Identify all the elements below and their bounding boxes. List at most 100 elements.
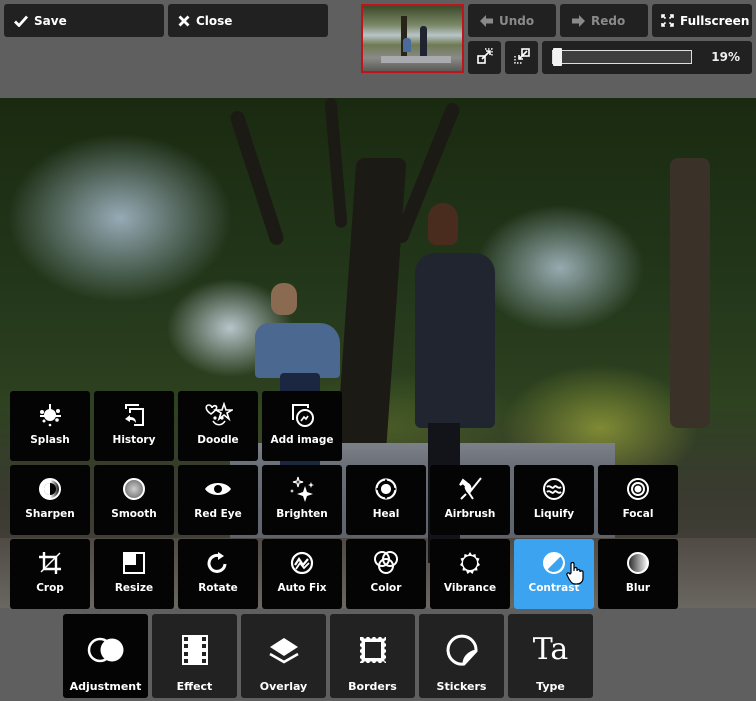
close-button[interactable]: Close — [168, 4, 328, 37]
zoom-out-button[interactable] — [505, 41, 538, 74]
tool-label: Crop — [36, 582, 64, 594]
tool-resize[interactable]: Resize — [94, 539, 174, 609]
tool-label: Splash — [30, 434, 70, 446]
tree-branch — [228, 109, 286, 247]
heal-icon — [374, 476, 398, 502]
tool-label: Liquify — [533, 508, 575, 520]
airbrush-icon — [457, 476, 483, 502]
sticker-icon — [446, 634, 478, 666]
category-label: Stickers — [436, 680, 487, 693]
tool-doodle[interactable]: Doodle — [178, 391, 258, 461]
tree-trunk-right — [670, 158, 710, 428]
arrow-right-icon — [572, 14, 585, 27]
zoom-percent: 19% — [711, 50, 740, 64]
fullscreen-button[interactable]: Fullscreen — [652, 4, 752, 37]
type-icon: Ta — [532, 632, 569, 667]
tool-label: Vibrance — [443, 582, 497, 594]
redo-label: Redo — [591, 13, 626, 28]
resize-icon — [123, 550, 145, 576]
category-label: Adjustment — [69, 680, 142, 693]
close-label: Close — [196, 13, 233, 28]
thumbnail-person — [403, 38, 411, 52]
crop-icon — [38, 550, 62, 576]
auto-fix-icon — [290, 550, 314, 576]
image-thumbnail[interactable] — [361, 4, 464, 73]
thumbnail-wall — [381, 56, 451, 63]
zoom-out-icon — [513, 48, 530, 67]
tool-add-image[interactable]: Add image — [262, 391, 342, 461]
tool-airbrush[interactable]: Airbrush — [430, 465, 510, 535]
tool-label: Auto Fix — [277, 582, 327, 594]
close-icon — [178, 15, 190, 27]
tool-label: Red Eye — [194, 508, 242, 520]
category-type[interactable]: Ta Type — [508, 614, 593, 698]
tool-color[interactable]: Color — [346, 539, 426, 609]
tool-auto-fix[interactable]: Auto Fix — [262, 539, 342, 609]
doodle-icon — [203, 402, 233, 428]
stamp-border-icon — [357, 634, 388, 666]
tool-blur[interactable]: Blur — [598, 539, 678, 609]
tool-focal[interactable]: Focal — [598, 465, 678, 535]
tool-contrast[interactable]: Contrast — [514, 539, 594, 609]
sparkle-icon — [289, 476, 315, 502]
tool-label: Blur — [625, 582, 651, 594]
tool-vibrance[interactable]: Vibrance — [430, 539, 510, 609]
category-label: Overlay — [259, 680, 308, 693]
redo-button[interactable]: Redo — [560, 4, 648, 37]
checkmark-icon — [14, 15, 28, 27]
tool-brighten[interactable]: Brighten — [262, 465, 342, 535]
zoom-slider-handle[interactable] — [553, 48, 562, 66]
splash-icon — [37, 402, 63, 428]
tool-label: Rotate — [198, 582, 238, 594]
sharpen-icon — [38, 476, 62, 502]
tool-label: Color — [370, 582, 402, 594]
zoom-in-button[interactable] — [468, 41, 501, 74]
category-borders[interactable]: Borders — [330, 614, 415, 698]
tool-label: Heal — [372, 508, 400, 520]
undo-button[interactable]: Undo — [468, 4, 556, 37]
tool-label: Brighten — [276, 508, 328, 520]
smooth-icon — [122, 476, 146, 502]
save-label: Save — [34, 13, 67, 28]
tool-label: History — [112, 434, 156, 446]
rotate-icon — [206, 550, 230, 576]
history-icon — [122, 402, 146, 428]
category-label: Borders — [348, 680, 397, 693]
tool-red-eye[interactable]: Red Eye — [178, 465, 258, 535]
category-overlay[interactable]: Overlay — [241, 614, 326, 698]
layers-icon — [267, 634, 301, 666]
zoom-slider[interactable] — [552, 48, 692, 66]
category-adjustment[interactable]: Adjustment — [63, 614, 148, 698]
arrow-left-icon — [480, 14, 493, 27]
tool-rotate[interactable]: Rotate — [178, 539, 258, 609]
tool-sharpen[interactable]: Sharpen — [10, 465, 90, 535]
hand-cursor-icon — [566, 561, 584, 589]
category-effect[interactable]: Effect — [152, 614, 237, 698]
fullscreen-label: Fullscreen — [680, 13, 750, 28]
tool-label: Doodle — [197, 434, 239, 446]
tree-branch — [324, 98, 348, 229]
focal-icon — [626, 476, 650, 502]
tool-splash[interactable]: Splash — [10, 391, 90, 461]
undo-label: Undo — [499, 13, 535, 28]
contrast-icon — [542, 550, 566, 576]
vibrance-icon — [458, 550, 482, 576]
tool-label: Airbrush — [444, 508, 496, 520]
tool-smooth[interactable]: Smooth — [94, 465, 174, 535]
adjustment-icon — [87, 634, 125, 666]
eye-icon — [204, 476, 232, 502]
tool-crop[interactable]: Crop — [10, 539, 90, 609]
tool-label: Sharpen — [25, 508, 75, 520]
tool-history[interactable]: History — [94, 391, 174, 461]
tool-label: Add image — [270, 434, 334, 446]
tool-label: Resize — [114, 582, 154, 594]
fullscreen-icon — [661, 14, 674, 27]
tool-heal[interactable]: Heal — [346, 465, 426, 535]
liquify-icon — [542, 476, 566, 502]
tool-liquify[interactable]: Liquify — [514, 465, 594, 535]
zoom-in-icon — [476, 48, 493, 67]
film-icon — [181, 634, 208, 666]
tool-label: Focal — [622, 508, 654, 520]
category-stickers[interactable]: Stickers — [419, 614, 504, 698]
save-button[interactable]: Save — [4, 4, 164, 37]
